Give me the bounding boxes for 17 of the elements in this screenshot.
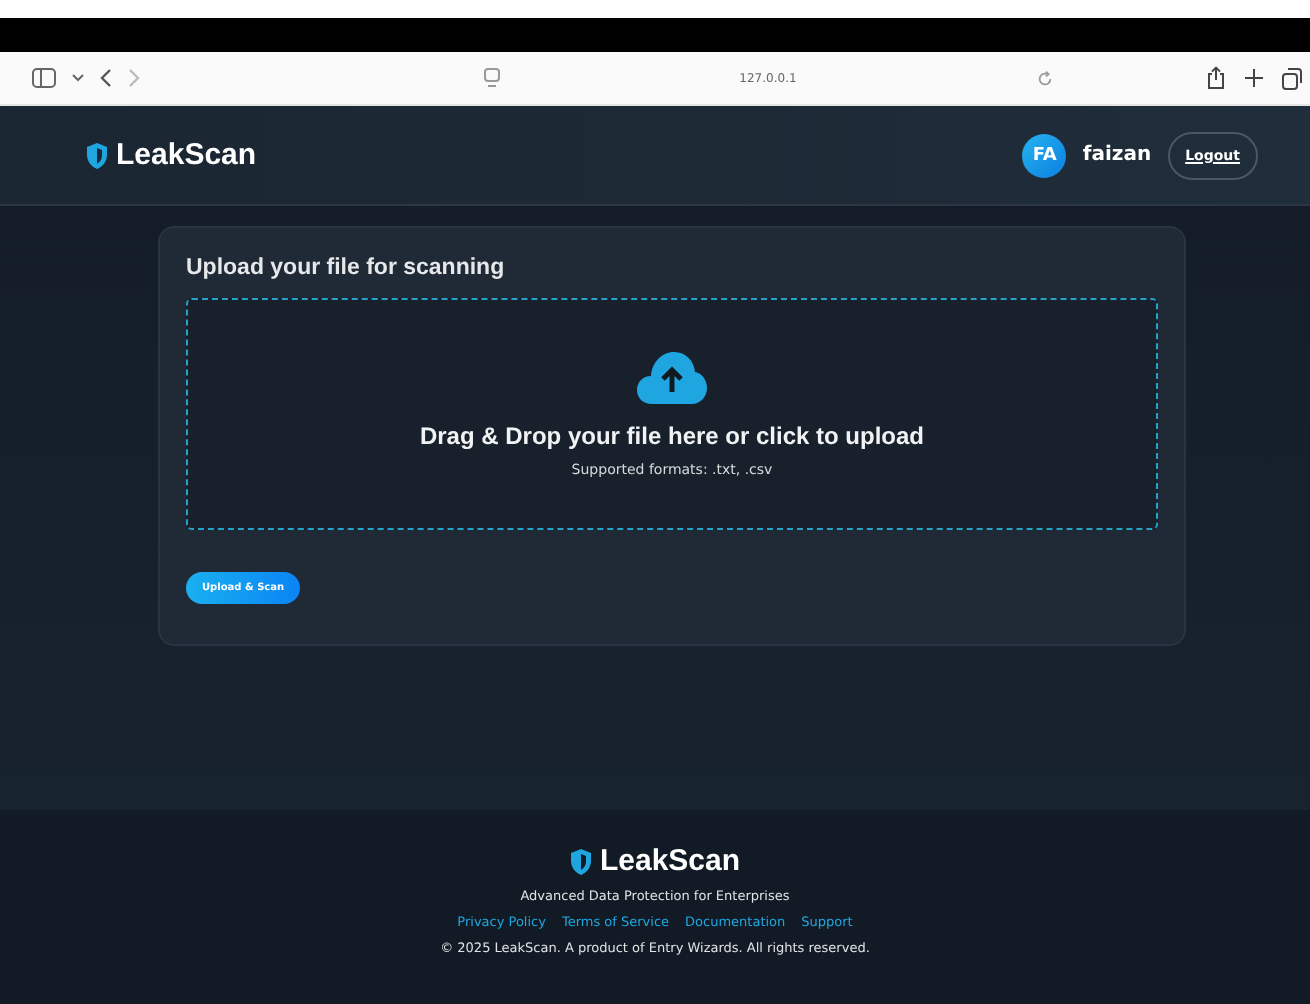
brand-name[interactable]: LeakScan xyxy=(116,138,257,172)
sidebar-icon[interactable] xyxy=(32,68,56,88)
footer-brand-name: LeakScan xyxy=(599,844,741,878)
page-icon xyxy=(483,68,500,88)
plus-icon[interactable] xyxy=(1243,68,1264,88)
share-icon[interactable] xyxy=(1205,66,1226,90)
shield-icon xyxy=(569,847,592,875)
reload-icon[interactable] xyxy=(1036,69,1055,87)
cloud-upload-icon xyxy=(636,350,708,406)
card-title: Upload your file for scanning xyxy=(186,256,507,280)
drop-text: Drag & Drop your file here or click to upload xyxy=(419,422,925,450)
back-icon[interactable] xyxy=(100,68,112,88)
chevron-down-icon[interactable] xyxy=(72,74,84,82)
user-avatar: FA xyxy=(1022,133,1067,177)
shield-icon xyxy=(86,141,108,169)
tabs-icon[interactable] xyxy=(1281,67,1302,89)
username: faizan xyxy=(1082,144,1152,166)
